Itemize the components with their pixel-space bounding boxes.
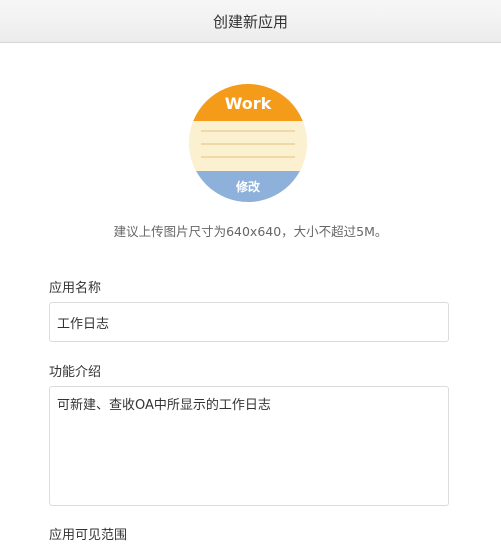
description-label: 功能介绍 bbox=[49, 365, 102, 380]
notepad-lines-icon bbox=[189, 121, 307, 171]
visibility-label: 应用可见范围 bbox=[49, 528, 128, 543]
app-name-input[interactable] bbox=[49, 302, 449, 342]
header-bar: 创建新应用 bbox=[0, 0, 501, 43]
page-title: 创建新应用 bbox=[212, 12, 288, 31]
modify-label: 修改 bbox=[235, 180, 260, 194]
upload-hint: 建议上传图片尺寸为640x640，大小不超过5M。 bbox=[113, 224, 388, 239]
app-icon-top-text: Work bbox=[224, 94, 272, 113]
app-name-label: 应用名称 bbox=[49, 281, 102, 296]
app-icon-header: Work bbox=[189, 84, 307, 121]
description-textarea[interactable]: 可新建、查收OA中所显示的工作日志 bbox=[49, 386, 449, 506]
app-icon-uploader[interactable]: Work 修改 bbox=[189, 84, 307, 202]
modify-icon-button[interactable]: 修改 bbox=[189, 171, 307, 202]
